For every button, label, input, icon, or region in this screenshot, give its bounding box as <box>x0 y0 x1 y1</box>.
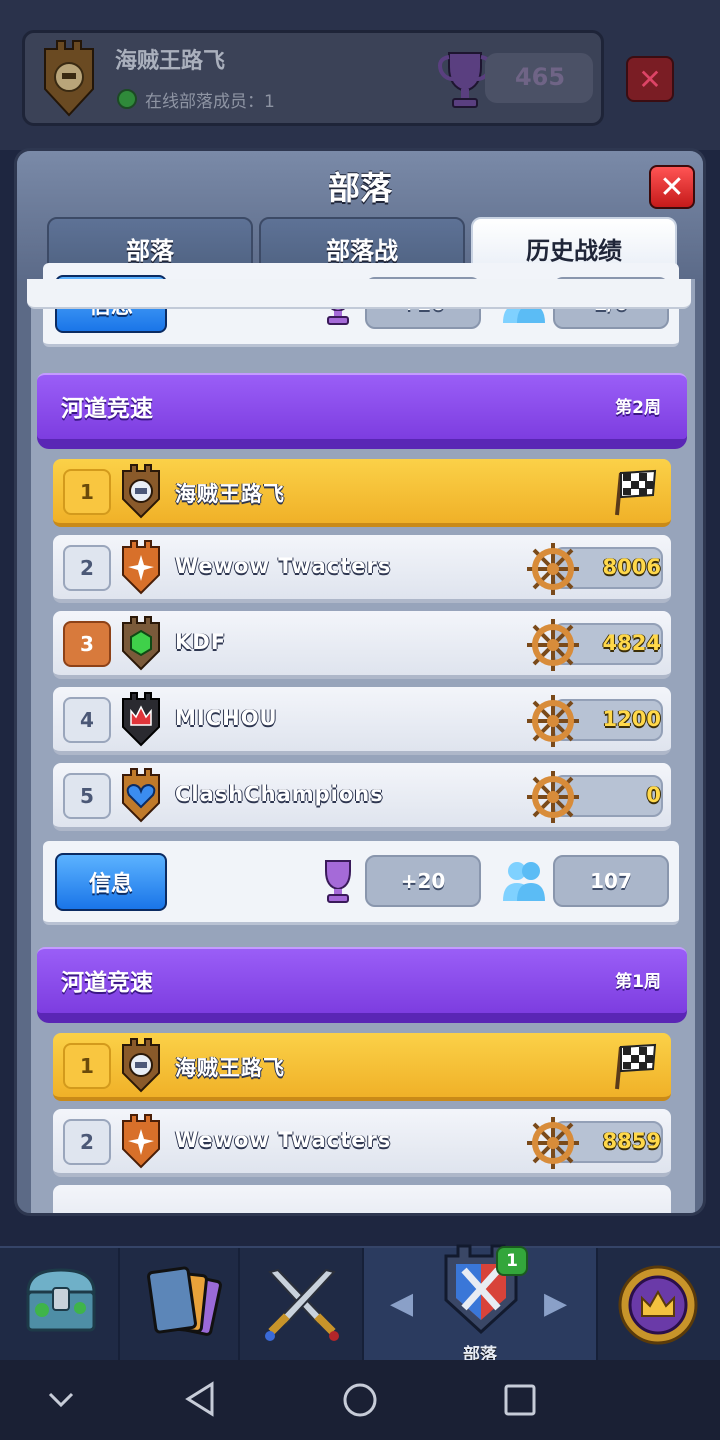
clan-badge-icon <box>122 768 160 823</box>
online-members-label: 在线部落成员：1 <box>145 92 275 112</box>
clan-name: ClashChampions <box>175 782 384 806</box>
system-nav-bar <box>0 1360 720 1440</box>
crossed-swords-icon <box>265 1268 339 1341</box>
rank-row[interactable]: 5 ClashChampions 0 <box>53 763 671 831</box>
clan-name: 海贼王路飞 <box>175 482 285 506</box>
members-pill: 107 <box>553 855 669 907</box>
chevron-down-icon[interactable] <box>44 1382 78 1416</box>
clan-name: KDF <box>175 630 227 654</box>
race-title: 河道竞速 <box>61 970 153 996</box>
clan-badge-icon <box>122 540 160 595</box>
online-status-icon <box>117 89 137 109</box>
race-banner: 河道竞速 第2周 <box>37 373 687 453</box>
bottom-nav: ◀ 部落 ▶ <box>0 1244 720 1365</box>
score-value: 8859 <box>602 1129 661 1153</box>
clan-name: 海贼王路飞 <box>175 1056 285 1080</box>
rank-row[interactable]: 3 KDF 4824 <box>53 611 671 679</box>
clan-name: MICHOU <box>175 706 278 730</box>
clan-notification-badge: 1 <box>496 1246 528 1276</box>
chevron-right-icon[interactable]: ▶ <box>544 1286 567 1321</box>
race-banner: 河道竞速 第1周 <box>37 947 687 1027</box>
clan-card[interactable]: 海贼王路飞 在线部落成员：1 465 <box>22 30 604 126</box>
clan-header: 海贼王路飞 在线部落成员：1 465 ✕ <box>0 0 720 150</box>
rank-row[interactable]: 1 海贼王路飞 <box>53 1033 671 1101</box>
race-title: 河道竞速 <box>61 396 153 422</box>
trophy-icon <box>325 860 351 903</box>
clan-trophy-count: 465 <box>514 63 566 91</box>
score-value: 0 <box>646 783 661 807</box>
nav-shop[interactable] <box>0 1248 120 1362</box>
home-icon[interactable] <box>340 1380 380 1420</box>
rank-row[interactable] <box>53 1185 671 1213</box>
rank-number: 3 <box>63 621 111 667</box>
chevron-left-icon[interactable]: ◀ <box>390 1286 413 1321</box>
rank-number: 2 <box>63 1119 111 1165</box>
cards-icon <box>147 1266 222 1336</box>
back-icon[interactable] <box>182 1380 218 1418</box>
finish-flag-icon <box>615 469 657 516</box>
nav-cards[interactable] <box>120 1248 240 1362</box>
clan-badge-icon <box>122 1114 160 1169</box>
members-icon <box>503 862 545 901</box>
clan-badge-icon <box>122 616 160 671</box>
score-value: 4824 <box>602 631 661 655</box>
race-week: 第1周 <box>615 972 661 992</box>
score-value: 8006 <box>602 555 661 579</box>
clan-name: Wewow Twacters <box>175 554 392 578</box>
nav-clan[interactable]: ◀ 部落 ▶ <box>364 1244 598 1365</box>
rank-number: 1 <box>63 1043 111 1089</box>
race-week: 第2周 <box>615 398 661 418</box>
clan-badge-icon <box>44 40 94 117</box>
clan-name: 海贼王路飞 <box>115 49 226 74</box>
clan-badge-icon <box>122 1038 160 1093</box>
rank-row[interactable]: 2 Wewow Twacters 8859 <box>53 1109 671 1177</box>
popup-close-button[interactable]: ✕ <box>649 165 695 209</box>
tournament-crown-icon <box>618 1265 698 1345</box>
nav-battle[interactable] <box>240 1248 364 1362</box>
clan-name: Wewow Twacters <box>175 1128 392 1152</box>
popup-title: 部落 <box>327 169 392 207</box>
score-value: 1200 <box>602 707 661 731</box>
rank-number: 2 <box>63 545 111 591</box>
rank-number: 5 <box>63 773 111 819</box>
list-top-edge <box>27 279 691 309</box>
clan-badge-icon <box>122 692 160 747</box>
finish-flag-icon <box>615 1043 657 1090</box>
clan-popup: 部落 ✕ 部落 部落战 历史战绩 信息 +20 1/0 河道竞速 第2周 1 <box>14 148 706 1216</box>
recents-icon[interactable] <box>502 1382 538 1418</box>
race-info-bar: 信息 +20 107 <box>43 841 679 925</box>
rank-number: 4 <box>63 697 111 743</box>
clan-trophies: 465 <box>435 47 595 108</box>
clan-badge-icon <box>122 464 160 519</box>
close-icon[interactable]: ✕ <box>626 56 674 102</box>
rank-number: 1 <box>63 469 111 515</box>
rank-row[interactable]: 2 Wewow Twacters 8006 <box>53 535 671 603</box>
rank-row[interactable]: 4 MICHOU 1200 <box>53 687 671 755</box>
nav-tournament[interactable] <box>598 1248 720 1362</box>
rank-row[interactable]: 1 海贼王路飞 <box>53 459 671 527</box>
trophy-change-pill: +20 <box>365 855 481 907</box>
treasure-chest-icon <box>26 1268 96 1332</box>
info-button[interactable]: 信息 <box>55 853 167 911</box>
